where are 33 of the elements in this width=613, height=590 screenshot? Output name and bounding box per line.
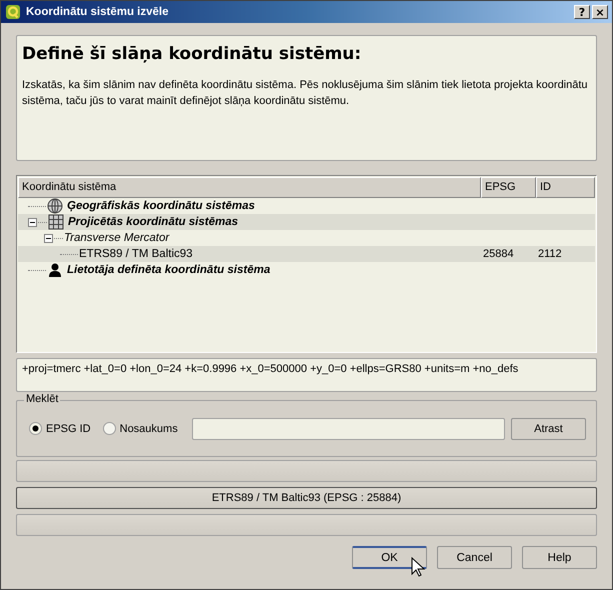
collapse-icon[interactable] xyxy=(44,234,53,242)
app-logo-icon xyxy=(5,4,21,20)
close-button[interactable]: × xyxy=(592,5,608,19)
grid-icon xyxy=(48,214,64,230)
help-button[interactable]: ? xyxy=(574,5,590,19)
find-button[interactable]: Atrast xyxy=(511,418,586,440)
help-button[interactable]: Help xyxy=(522,546,597,569)
group-title: Meklēt xyxy=(24,393,60,405)
tree-item[interactable]: Transverse Mercator xyxy=(64,232,170,244)
radio-button[interactable] xyxy=(29,422,42,435)
proj-string-field: +proj=tmerc +lat_0=0 +lon_0=24 +k=0.9996 +x_0=500000 +y_0=0 +ellps=GRS80 +units=m +no_defs xyxy=(16,358,597,392)
description-text: Izskatās, ka šim slānim nav definēta koordinātu sistēma. Pēs noklusējuma šim slānim tiek lietota projekta koordinātu sistēma, taču jūs to varat mainīt definējot slāņa koordinātu sistēmu. xyxy=(22,78,589,109)
column-header[interactable]: ID xyxy=(536,177,595,198)
cancel-button[interactable]: Cancel xyxy=(437,546,512,569)
search-field[interactable] xyxy=(192,418,505,440)
globe-icon xyxy=(47,198,63,214)
ok-button[interactable]: OK xyxy=(352,546,427,569)
tree-item[interactable]: Lietotāja definēta koordinātu sistēma xyxy=(67,264,270,276)
window-title: Koordinātu sistēmu izvēle xyxy=(26,6,170,18)
column-header[interactable]: EPSG xyxy=(481,177,536,198)
tree-item[interactable]: Ģeogrāfiskās koordinātu sistēmas xyxy=(67,200,255,212)
id-cell: 2112 xyxy=(538,248,562,260)
panel-heading: Definē šī slāņa koordinātu sistēmu: xyxy=(22,44,362,64)
mouse-pointer-icon xyxy=(411,557,425,577)
collapse-icon[interactable] xyxy=(28,218,37,226)
column-header[interactable]: Koordinātu sistēma xyxy=(18,177,481,198)
selected-crs-label: ETRS89 / TM Baltic93 (EPSG : 25884) xyxy=(16,487,597,509)
tree-item[interactable]: ETRS89 / TM Baltic93 xyxy=(79,248,193,260)
radio-button[interactable] xyxy=(102,422,116,435)
radio-label[interactable]: EPSG ID xyxy=(46,422,91,434)
radio-label[interactable]: Nosaukums xyxy=(120,422,178,434)
epsg-cell: 25884 xyxy=(483,248,514,260)
person-icon xyxy=(47,262,63,278)
